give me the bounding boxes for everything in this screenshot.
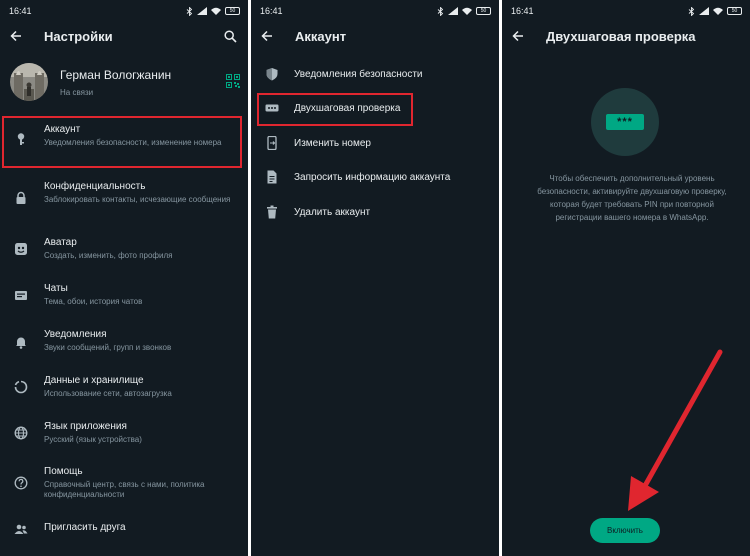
avatar-icon — [15, 243, 27, 255]
status-bar: 16:41 50 — [251, 0, 499, 22]
wifi-icon — [462, 7, 472, 15]
battery-icon: 50 — [225, 7, 240, 15]
account-item-label: Изменить номер — [294, 138, 371, 149]
chat-icon — [15, 291, 27, 300]
status-icons: 50 — [437, 6, 491, 16]
people-icon — [14, 524, 28, 534]
account-item-request-info[interactable]: Запросить информацию аккаунта — [251, 166, 499, 188]
profile-status: На связи — [60, 87, 94, 97]
settings-item-subtitle: Заблокировать контакты, исчезающие сообщ… — [44, 195, 231, 204]
bluetooth-icon — [186, 6, 193, 16]
status-time: 16:41 — [260, 6, 283, 16]
signal-icon — [197, 7, 207, 15]
red-arrow-annotation — [628, 349, 723, 511]
settings-item-subtitle: Русский (язык устройства) — [44, 435, 142, 444]
data-icon — [14, 380, 28, 394]
signal-icon — [448, 7, 458, 15]
settings-item-chats[interactable]: Чаты Тема, обои, история чатов — [0, 283, 248, 313]
search-button[interactable] — [222, 28, 238, 44]
account-item-delete[interactable]: Удалить аккаунт — [251, 201, 499, 223]
account-screen: 16:41 50 Аккаунт Уведомления безопасност… — [251, 0, 499, 556]
account-item-label: Удалить аккаунт — [294, 207, 371, 218]
search-icon — [223, 29, 237, 43]
avatar[interactable] — [10, 63, 48, 101]
back-arrow-icon — [261, 30, 272, 42]
settings-item-storage[interactable]: Данные и хранилище Использование сети, а… — [0, 375, 248, 405]
globe-icon — [14, 426, 28, 440]
lock-icon — [16, 191, 26, 204]
qr-code-button[interactable] — [226, 74, 242, 90]
page-title: Настройки — [44, 28, 113, 44]
settings-item-help[interactable]: Помощь Справочный центр, связь с нами, п… — [0, 466, 248, 506]
trash-icon — [267, 205, 277, 219]
settings-item-title: Конфиденциальность — [44, 181, 146, 192]
qr-code-icon — [226, 74, 240, 88]
document-icon — [267, 170, 277, 184]
status-icons: 50 — [186, 6, 240, 16]
settings-item-invite[interactable]: Пригласить друга — [0, 522, 248, 542]
battery-icon: 50 — [476, 7, 491, 15]
change-number-icon — [267, 136, 277, 150]
settings-appbar: Настройки — [0, 22, 248, 50]
settings-item-subtitle: Использование сети, автозагрузка — [44, 389, 172, 398]
help-icon — [14, 476, 28, 490]
two-step-screen: 16:41 50 Двухшаговая проверка *** Чтобы … — [502, 0, 750, 556]
bluetooth-icon — [437, 6, 444, 16]
back-button[interactable] — [259, 28, 275, 44]
settings-item-title: Язык приложения — [44, 421, 127, 432]
bell-icon — [16, 337, 26, 349]
settings-item-notifications[interactable]: Уведомления Звуки сообщений, групп и зво… — [0, 329, 248, 359]
settings-item-title: Помощь — [44, 466, 83, 477]
profile-row[interactable]: Герман Вологжанин На связи — [10, 62, 242, 102]
settings-item-title: Чаты — [44, 283, 68, 294]
account-item-label: Запросить информацию аккаунта — [294, 172, 451, 183]
highlight-two-step — [257, 93, 413, 126]
settings-item-subtitle: Создать, изменить, фото профиля — [44, 251, 173, 260]
back-arrow-icon — [10, 30, 21, 42]
account-appbar: Аккаунт — [251, 22, 499, 50]
account-item-change-number[interactable]: Изменить номер — [251, 132, 499, 154]
settings-item-language[interactable]: Язык приложения Русский (язык устройства… — [0, 421, 248, 451]
settings-item-title: Аватар — [44, 237, 77, 248]
settings-item-title: Пригласить друга — [44, 522, 126, 533]
settings-item-title: Уведомления — [44, 329, 107, 340]
highlight-account — [2, 116, 242, 168]
settings-item-title: Данные и хранилище — [44, 375, 144, 386]
wifi-icon — [211, 7, 221, 15]
settings-item-subtitle: Справочный центр, связь с нами, политика… — [44, 480, 205, 499]
status-time: 16:41 — [9, 6, 32, 16]
settings-item-subtitle: Тема, обои, история чатов — [44, 297, 143, 306]
settings-item-avatar[interactable]: Аватар Создать, изменить, фото профиля — [0, 237, 248, 267]
account-item-label: Уведомления безопасности — [294, 69, 423, 80]
page-title: Аккаунт — [295, 28, 347, 44]
shield-icon — [266, 68, 278, 81]
status-bar: 16:41 50 — [0, 0, 248, 22]
settings-item-privacy[interactable]: Конфиденциальность Заблокировать контакт… — [0, 181, 248, 221]
back-button[interactable] — [8, 28, 24, 44]
profile-name: Герман Вологжанин — [60, 67, 172, 82]
settings-screen: 16:41 50 Настройки Герман Вологжанин На … — [0, 0, 248, 556]
account-item-security-notifications[interactable]: Уведомления безопасности — [251, 63, 499, 85]
settings-item-subtitle: Звуки сообщений, групп и звонков — [44, 343, 172, 352]
profile-photo — [10, 63, 48, 101]
